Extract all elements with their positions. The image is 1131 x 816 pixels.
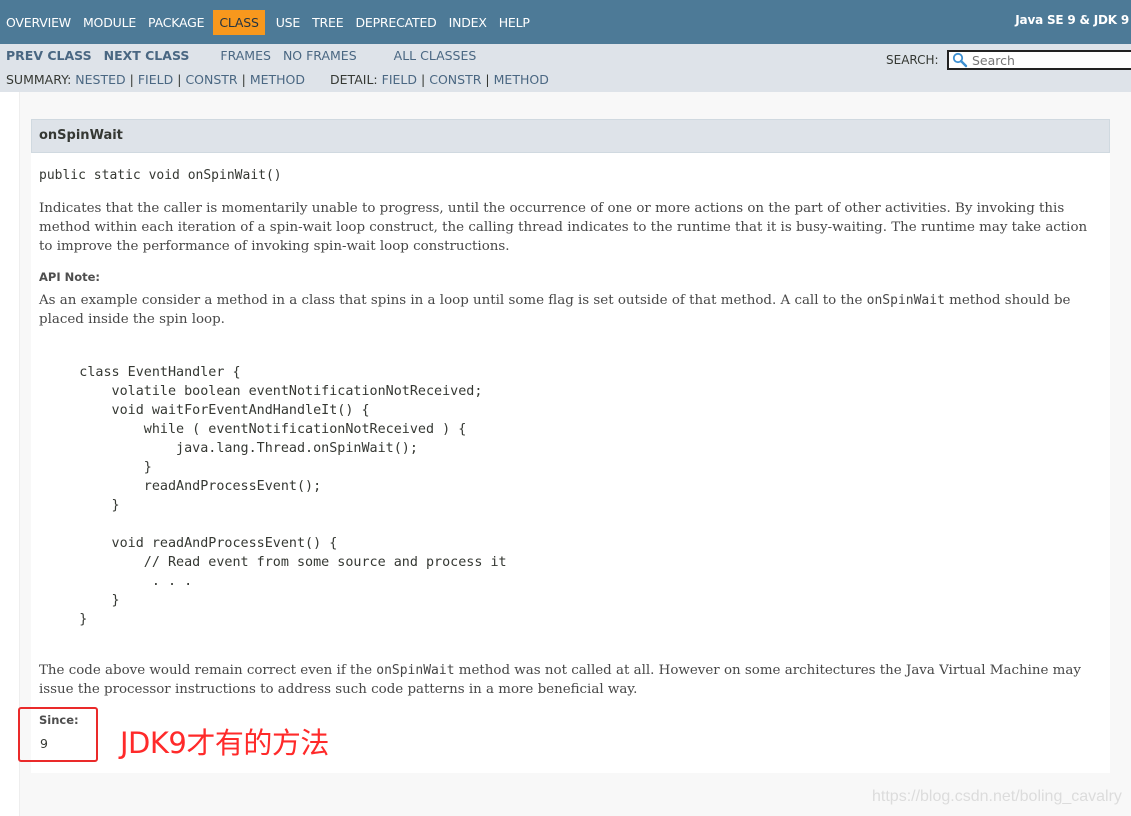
separator: | [129,72,134,87]
nav-help[interactable]: HELP [496,10,533,35]
detail-label: DETAIL: [330,72,378,87]
no-frames-link[interactable]: NO FRAMES [283,48,357,63]
code-example: class EventHandler { volatile boolean ev… [79,365,507,627]
nav-overview[interactable]: OVERVIEW [3,10,74,35]
next-class-link[interactable]: NEXT CLASS [104,48,190,63]
sub-navigation-bar: PREV CLASS NEXT CLASS FRAMES NO FRAMES A… [0,44,1131,92]
nav-use[interactable]: USE [273,10,303,35]
detail-method-link[interactable]: METHOD [494,72,549,87]
prev-class-link[interactable]: PREV CLASS [6,48,92,63]
method-name-heading: onSpinWait [39,128,123,143]
search-label: SEARCH: [886,53,939,67]
nav-deprecated[interactable]: DEPRECATED [352,10,439,35]
summary-nested-link[interactable]: NESTED [75,72,125,87]
nav-tree[interactable]: TREE [309,10,346,35]
detail-constr-link[interactable]: CONSTR [429,72,481,87]
top-nav-list: OVERVIEW MODULE PACKAGE CLASS USE TREE D… [0,0,539,44]
summary-field-link[interactable]: FIELD [138,72,173,87]
nav-index[interactable]: INDEX [446,10,490,35]
separator: | [485,72,490,87]
summary-method-link[interactable]: METHOD [250,72,305,87]
about-language: Java SE 9 & JDK 9 [1015,13,1129,27]
nav-module[interactable]: MODULE [80,10,139,35]
method-description: Indicates that the caller is momentarily… [39,201,1088,254]
method-signature: public static void onSpinWait() [39,168,282,183]
frames-link[interactable]: FRAMES [220,48,271,63]
annotation-highlight-box [18,707,98,762]
inline-code: onSpinWait [376,663,455,678]
separator: | [177,72,182,87]
nav-class-active[interactable]: CLASS [213,9,265,35]
watermark: https://blog.csdn.net/boling_cavalry [872,788,1122,805]
method-header: onSpinWait [31,119,1110,153]
summary-detail-row: SUMMARY: NESTED | FIELD | CONSTR | METHO… [6,72,549,87]
annotation-text: JDK9才有的方法 [120,726,329,760]
closing-text-before: The code above would remain correct even… [39,663,377,678]
separator: | [241,72,246,87]
search-icon [952,52,970,68]
nav-package[interactable]: PACKAGE [145,10,207,35]
summary-constr-link[interactable]: CONSTR [185,72,237,87]
summary-label: SUMMARY: [6,72,72,87]
api-note-label: API Note: [39,270,101,284]
api-note-text-before: As an example consider a method in a cla… [39,293,867,308]
class-nav-row: PREV CLASS NEXT CLASS FRAMES NO FRAMES A… [6,48,488,63]
separator: | [421,72,426,87]
search-field[interactable] [947,50,1131,70]
top-navigation-bar: OVERVIEW MODULE PACKAGE CLASS USE TREE D… [0,0,1131,44]
inline-code: onSpinWait [866,293,945,308]
search-input[interactable] [970,52,1130,68]
method-detail-block: onSpinWait public static void onSpinWait… [31,119,1110,773]
detail-field-link[interactable]: FIELD [382,72,417,87]
api-note-text: As an example consider a method in a cla… [39,291,1101,329]
closing-paragraph: The code above would remain correct even… [39,661,1101,699]
all-classes-link[interactable]: ALL CLASSES [394,48,477,63]
